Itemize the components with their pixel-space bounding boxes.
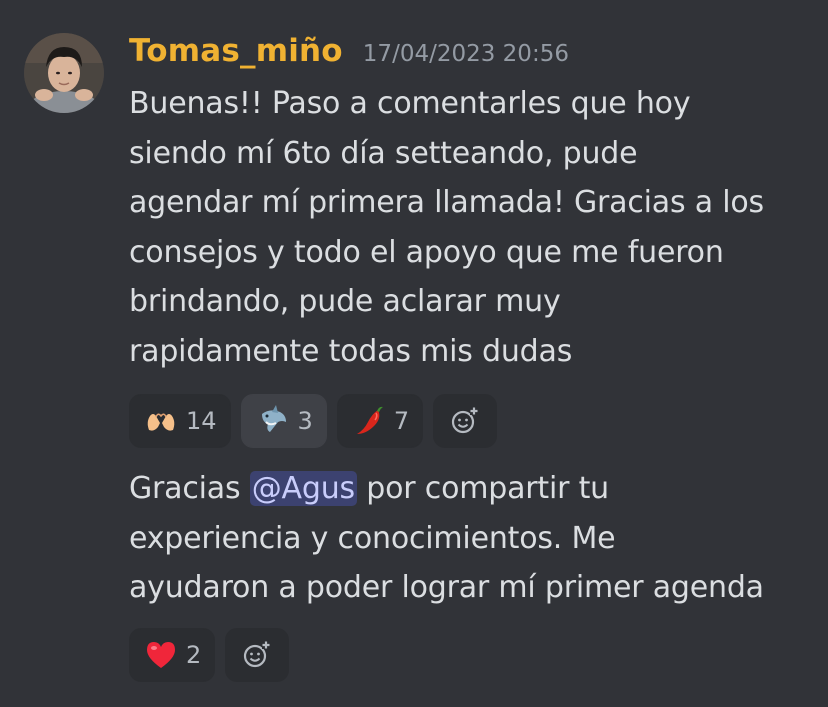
message-text: Gracias bbox=[129, 471, 250, 506]
add-reaction-button[interactable] bbox=[225, 628, 290, 682]
shark-icon bbox=[256, 404, 290, 438]
add-emoji-icon bbox=[244, 641, 271, 668]
message-content: Buenas!! Paso a comentarles que hoy sien… bbox=[129, 79, 819, 376]
reaction-count: 3 bbox=[297, 407, 313, 435]
user-mention[interactable]: @Agus bbox=[249, 471, 357, 506]
username[interactable]: Tomas_miño bbox=[129, 33, 343, 69]
message-line: experiencia y conocimientos. Me bbox=[129, 520, 616, 556]
reactions-bar: 2 bbox=[129, 628, 290, 682]
hot-pepper-icon bbox=[352, 404, 386, 438]
message-line: consejos y todo el apoyo que me fueron bbox=[129, 234, 724, 270]
message-line: Buenas!! Paso a comentarles que hoy bbox=[129, 86, 691, 121]
message-text: por compartir tu bbox=[356, 471, 609, 506]
red-heart-icon bbox=[144, 638, 178, 672]
reaction-count: 2 bbox=[186, 641, 202, 669]
message-line: agendar mí primera llamada! Gracias a lo… bbox=[129, 185, 764, 220]
reaction-hot-pepper[interactable]: 7 bbox=[336, 394, 424, 448]
add-reaction-button[interactable] bbox=[433, 394, 498, 448]
reactions-bar: 14 3 7 bbox=[129, 394, 498, 448]
message-line: Gracias @Agus por compartir tu bbox=[129, 464, 819, 514]
message-line: siendo mí 6to día setteando, pude bbox=[129, 135, 638, 171]
avatar[interactable] bbox=[24, 33, 104, 113]
reaction-heart-hands[interactable]: 14 bbox=[129, 394, 231, 448]
message-header: Tomas_miño 17/04/2023 20:56 bbox=[129, 33, 569, 69]
timestamp[interactable]: 17/04/2023 20:56 bbox=[363, 41, 569, 67]
reaction-count: 7 bbox=[393, 407, 410, 435]
message-line: brindando, pude aclarar muy bbox=[129, 284, 561, 319]
message-line: ayudaron a poder lograr mí primer agenda bbox=[129, 570, 764, 605]
heart-hands-icon bbox=[144, 404, 178, 438]
message-line: rapidamente todas mis dudas bbox=[129, 333, 573, 369]
add-emoji-icon bbox=[452, 407, 479, 434]
reaction-red-heart[interactable]: 2 bbox=[129, 628, 216, 682]
avatar-photo bbox=[24, 33, 104, 113]
reaction-count: 14 bbox=[186, 407, 217, 435]
reaction-shark[interactable]: 3 bbox=[240, 394, 327, 448]
message-content: Gracias @Agus por compartir tu experienc… bbox=[129, 464, 819, 613]
